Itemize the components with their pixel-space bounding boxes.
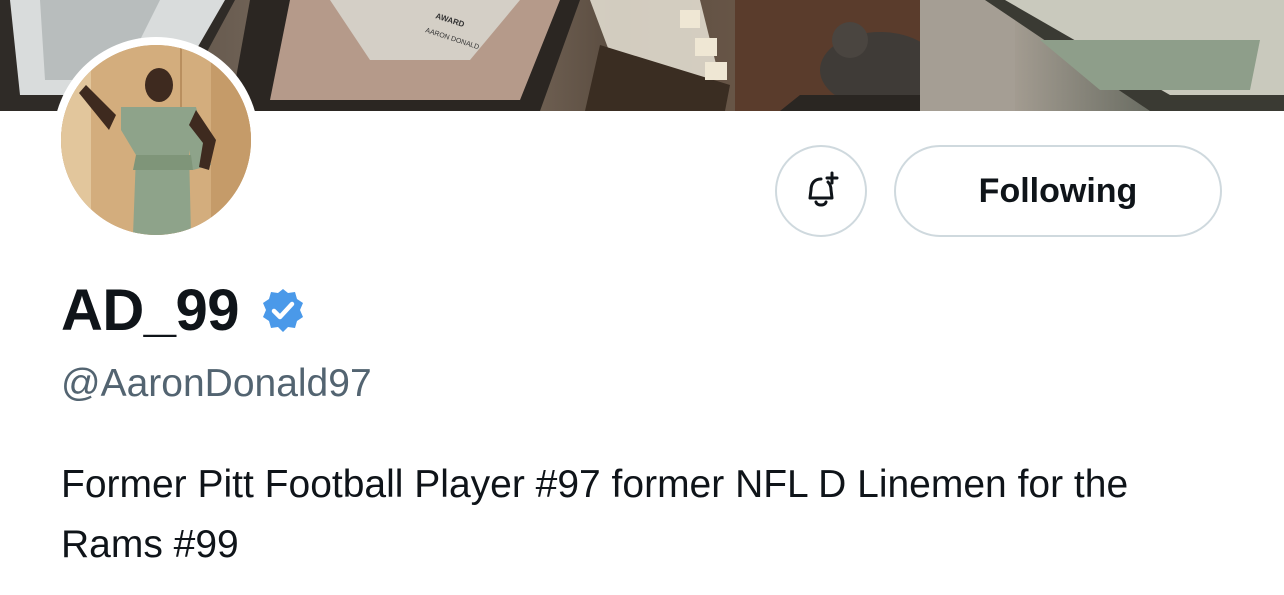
display-name: AD_99 xyxy=(61,278,240,343)
following-button[interactable]: Following xyxy=(894,145,1222,237)
following-button-label: Following xyxy=(978,171,1138,210)
avatar[interactable] xyxy=(61,45,251,235)
avatar-image xyxy=(61,45,251,235)
name-row: AD_99 xyxy=(61,276,307,346)
notifications-button[interactable] xyxy=(775,145,867,237)
bell-plus-icon xyxy=(808,171,839,207)
user-handle: @AaronDonald97 xyxy=(61,362,372,405)
verified-badge-icon[interactable] xyxy=(259,287,307,335)
profile-bio: Former Pitt Football Player #97 former N… xyxy=(61,463,1129,566)
